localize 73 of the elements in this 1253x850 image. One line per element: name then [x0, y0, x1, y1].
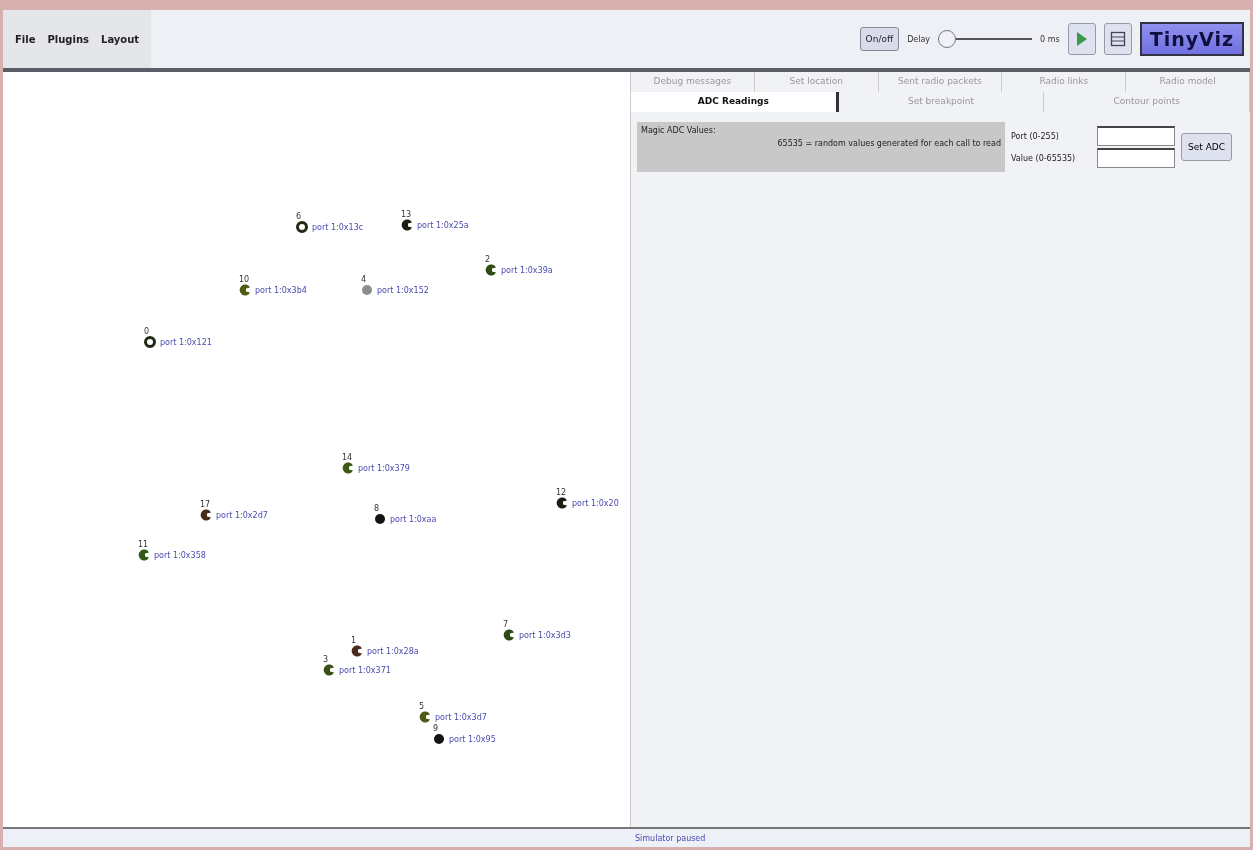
menu-item[interactable]: File	[15, 33, 36, 45]
mote-id: 8	[374, 504, 381, 513]
mote-icon[interactable]	[433, 733, 445, 745]
tab[interactable]: Radio links	[1002, 72, 1127, 92]
set-adc-button[interactable]: Set ADC	[1181, 133, 1232, 161]
mote-label: port 1:0x152	[377, 285, 429, 295]
tab[interactable]: Sent radio packets	[878, 72, 1003, 92]
mote-label: port 1:0xaa	[390, 514, 437, 524]
tab[interactable]: ADC Readings	[631, 92, 839, 112]
mote-label: port 1:0x20	[572, 498, 619, 508]
mote-label: port 1:0x28a	[367, 646, 419, 656]
mote-icon[interactable]	[401, 219, 413, 231]
menu-item[interactable]: Layout	[101, 33, 140, 45]
field-label: Port (0-255)	[1011, 131, 1060, 141]
mote-label: port 1:0x379	[358, 463, 410, 473]
mote-icon[interactable]	[556, 497, 568, 509]
mote-icon[interactable]	[323, 664, 335, 676]
mote-label: port 1:0x13c	[312, 222, 364, 232]
mote-id: 10	[239, 275, 251, 284]
mote-icon[interactable]	[351, 645, 363, 657]
mote-icon[interactable]	[138, 549, 150, 561]
play-icon	[1075, 31, 1088, 47]
mote-id: 7	[503, 620, 510, 629]
layout-icon	[1109, 31, 1126, 47]
tab[interactable]: Set breakpoint	[838, 92, 1045, 112]
mote-id: 17	[200, 500, 212, 509]
mote-label: port 1:0x2d7	[216, 510, 268, 520]
mote-id: 12	[556, 488, 568, 497]
mote-id: 13	[401, 210, 413, 219]
tab[interactable]: Radio model	[1126, 72, 1250, 92]
info-title: Magic ADC Values:	[641, 126, 717, 135]
status-text: Simulator paused	[635, 833, 706, 843]
field-label: Value (0-65535)	[1011, 153, 1077, 163]
mote-id: 14	[342, 453, 354, 462]
info-note: 65535 = random values generated for each call to read	[777, 139, 1001, 148]
mote-id: 2	[485, 255, 492, 264]
mote-id: 5	[419, 702, 426, 711]
delay-label: Delay	[907, 34, 931, 44]
play-button[interactable]	[1067, 23, 1096, 55]
mote-label: port 1:0x371	[339, 665, 391, 675]
mote-icon[interactable]	[144, 336, 156, 348]
input-field[interactable]	[1097, 148, 1175, 168]
mote-label: port 1:0x25a	[417, 220, 469, 230]
mote-id: 6	[296, 212, 303, 221]
mote-icon[interactable]	[503, 629, 515, 641]
menu-item[interactable]: Plugins	[47, 33, 89, 45]
mote-icon[interactable]	[200, 509, 212, 521]
mote-icon[interactable]	[296, 221, 308, 233]
mote-icon[interactable]	[419, 711, 431, 723]
mote-label: port 1:0x3b4	[255, 285, 307, 295]
mote-label: port 1:0x121	[160, 337, 212, 347]
mote-id: 3	[323, 655, 330, 664]
layout-button[interactable]	[1103, 23, 1132, 55]
mote-label: port 1:0x3d3	[519, 630, 571, 640]
mote-label: port 1:0x3d7	[435, 712, 487, 722]
mote-icon[interactable]	[485, 264, 497, 276]
mote-icon[interactable]	[374, 513, 386, 525]
mote-id: 0	[144, 327, 151, 336]
mote-label: port 1:0x39a	[501, 265, 553, 275]
mote-id: 1	[351, 636, 358, 645]
mote-id: 4	[361, 275, 368, 284]
delay-reading: 0 ms	[1040, 34, 1060, 44]
mote-id: 11	[138, 540, 150, 549]
mote-label: port 1:0x358	[154, 550, 206, 560]
logo: TinyViz	[1139, 22, 1244, 56]
mote-label: port 1:0x95	[449, 734, 496, 744]
power-button[interactable]: On/off	[859, 27, 900, 51]
tab[interactable]: Contour points	[1044, 92, 1250, 112]
mote-icon[interactable]	[342, 462, 354, 474]
delay-slider[interactable]	[938, 29, 1033, 49]
mote-icon[interactable]	[239, 284, 251, 296]
input-field[interactable]	[1097, 126, 1175, 146]
mote-id: 9	[433, 724, 440, 733]
